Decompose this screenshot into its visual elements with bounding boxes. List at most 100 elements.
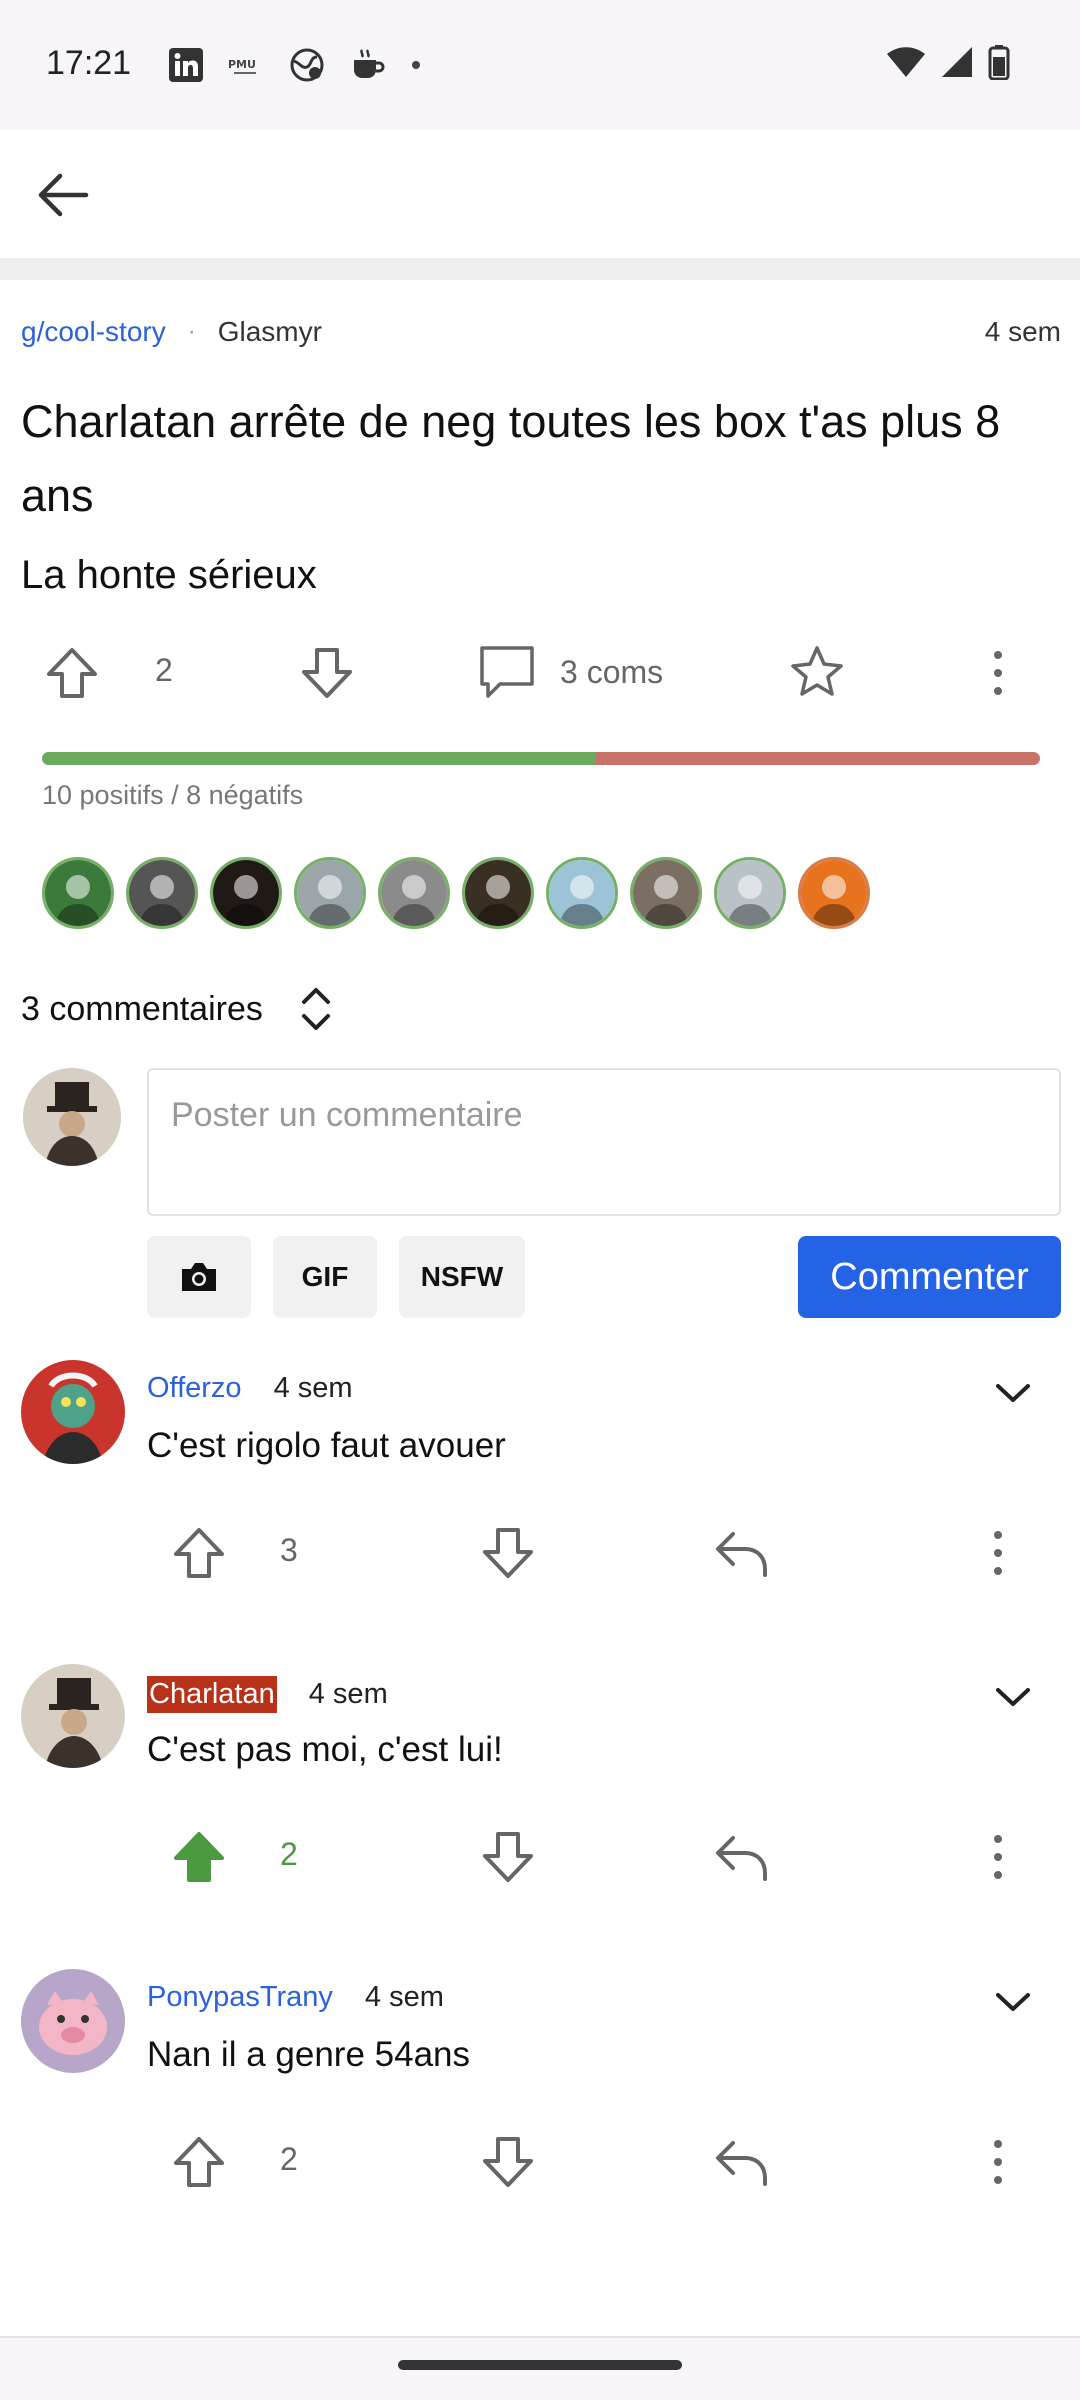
comment-text: Nan il a genre 54ans: [147, 2035, 470, 2074]
linkedin-icon: [169, 48, 203, 82]
upvote-button[interactable]: [171, 1830, 227, 1884]
vote-ratio-negative: [596, 752, 1040, 765]
comment-more-button[interactable]: [980, 1832, 1016, 1882]
comment-text: C'est pas moi, c'est lui!: [147, 1730, 503, 1769]
comment-username[interactable]: Charlatan: [147, 1676, 277, 1713]
comment-text: C'est rigolo faut avouer: [147, 1426, 506, 1465]
comment-input[interactable]: Poster un commentaire: [147, 1068, 1061, 1216]
chevron-down-icon[interactable]: [990, 1676, 1036, 1716]
voter-avatar[interactable]: [798, 857, 870, 929]
nsfw-button[interactable]: NSFW: [399, 1236, 525, 1318]
post-meta: g/cool-story · Glasmyr 4 sem: [21, 312, 1061, 352]
arrow-left-icon[interactable]: [30, 162, 96, 228]
more-vertical-icon: [994, 651, 1002, 695]
home-indicator[interactable]: [398, 2360, 682, 2370]
nsfw-label: NSFW: [420, 1261, 504, 1292]
wifi-icon: [887, 47, 925, 77]
reply-icon: [716, 2141, 767, 2186]
avatar[interactable]: [21, 1664, 125, 1768]
comment-time: 4 sem: [308, 1678, 388, 1710]
arrow-down-icon: [302, 648, 352, 698]
star-icon: [791, 646, 843, 696]
dot-icon: [412, 61, 420, 69]
downvote-button[interactable]: [480, 2135, 536, 2189]
signal-icon: [942, 47, 972, 77]
globe-icon: [290, 48, 324, 82]
reply-button[interactable]: [713, 1832, 771, 1884]
comment-more-button[interactable]: [980, 1528, 1016, 1578]
voter-avatar[interactable]: [630, 857, 702, 929]
comment-actions: 3: [0, 1520, 1080, 1590]
arrow-up-icon: [47, 648, 97, 698]
upvote-button[interactable]: [171, 2135, 227, 2189]
more-vertical-icon: [994, 2140, 1002, 2184]
voter-avatar[interactable]: [546, 857, 618, 929]
comment-header: Charlatan 4 sem: [147, 1676, 388, 1713]
avatar[interactable]: [21, 1969, 125, 2073]
comment-username[interactable]: Offerzo: [147, 1372, 242, 1405]
more-vertical-icon: [994, 1835, 1002, 1879]
pmu-icon: PMU: [228, 58, 256, 74]
gif-button[interactable]: GIF: [273, 1236, 377, 1318]
comment-bubble-icon: [480, 646, 534, 698]
post-author[interactable]: Glasmyr: [218, 316, 322, 348]
post-body: La honte sérieux: [21, 553, 317, 597]
comments-button[interactable]: 3 coms: [478, 644, 663, 700]
comment-time: 4 sem: [273, 1372, 353, 1404]
camera-button[interactable]: [147, 1236, 251, 1318]
app-bar: [0, 130, 1080, 258]
voter-avatar[interactable]: [42, 857, 114, 929]
svg-text:PMU: PMU: [228, 58, 256, 71]
upvote-button[interactable]: [171, 1526, 227, 1580]
arrow-up-icon: [174, 1528, 224, 1578]
reply-button[interactable]: [713, 1528, 771, 1580]
comment-more-button[interactable]: [980, 2137, 1016, 2187]
notification-icons: PMU: [168, 46, 424, 84]
post-time: 4 sem: [984, 316, 1061, 347]
upvote-button[interactable]: [44, 646, 100, 700]
downvote-button[interactable]: [299, 646, 355, 700]
battery-icon: [988, 45, 1010, 80]
arrow-up-icon: [174, 2137, 224, 2187]
voter-avatars: [42, 857, 870, 929]
comment-header: Offerzo 4 sem: [147, 1372, 353, 1405]
favorite-button[interactable]: [789, 644, 845, 700]
comment-time: 4 sem: [364, 1981, 444, 2013]
voter-avatar[interactable]: [126, 857, 198, 929]
my-avatar: [23, 1068, 121, 1166]
comment-actions: 2: [0, 2129, 1080, 2199]
meta-separator: ·: [187, 318, 196, 345]
downvote-button[interactable]: [480, 1830, 536, 1884]
comment-vote-count: 2: [280, 2141, 298, 2177]
reply-button[interactable]: [713, 2137, 771, 2189]
post-title: Charlatan arrête de neg toutes les box t…: [21, 396, 1001, 521]
chevron-up-down-icon[interactable]: [299, 985, 333, 1033]
comment-vote-count: 3: [280, 1532, 298, 1568]
voter-avatar[interactable]: [294, 857, 366, 929]
coffee-icon: [354, 49, 385, 78]
vote-ratio-bar: [42, 752, 1040, 765]
downvote-button[interactable]: [480, 1526, 536, 1580]
chevron-down-icon[interactable]: [990, 1981, 1036, 2021]
reply-icon: [716, 1836, 767, 1881]
arrow-down-icon: [483, 1832, 533, 1882]
group-link[interactable]: g/cool-story: [21, 316, 166, 348]
more-vertical-icon: [994, 1531, 1002, 1575]
voter-avatar[interactable]: [462, 857, 534, 929]
arrow-down-icon: [483, 1528, 533, 1578]
submit-comment-button[interactable]: Commenter: [798, 1236, 1061, 1318]
comments-header-label: 3 commentaires: [21, 989, 263, 1028]
chevron-down-icon[interactable]: [990, 1372, 1036, 1412]
voter-avatar[interactable]: [378, 857, 450, 929]
camera-icon: [182, 1263, 216, 1291]
vote-summary: 10 positifs / 8 négatifs: [42, 780, 304, 810]
status-time: 17:21: [46, 44, 132, 82]
avatar[interactable]: [21, 1360, 125, 1464]
voter-avatar[interactable]: [714, 857, 786, 929]
post-more-button[interactable]: [980, 648, 1016, 698]
comment-header: PonypasTrany 4 sem: [147, 1981, 444, 2014]
voter-avatar[interactable]: [210, 857, 282, 929]
submit-label: Commenter: [830, 1255, 1029, 1298]
comment-username[interactable]: PonypasTrany: [147, 1981, 333, 2014]
arrow-up-icon: [174, 1832, 224, 1882]
